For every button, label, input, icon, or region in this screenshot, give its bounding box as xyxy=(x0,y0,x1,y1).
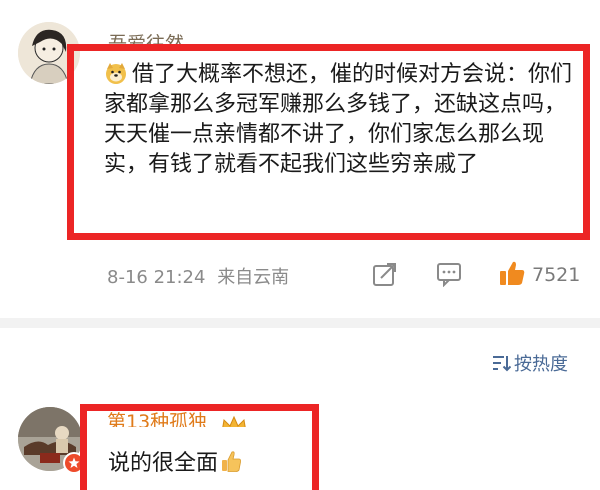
comment-icon[interactable] xyxy=(436,261,462,287)
comment-meta: 8-16 21:24 来自云南 xyxy=(107,263,289,289)
separator xyxy=(0,318,600,328)
sort-icon xyxy=(493,356,511,372)
sort-by-hot-button[interactable]: 按热度 xyxy=(491,350,568,376)
like-count: 7521 xyxy=(532,264,581,286)
sort-label: 按热度 xyxy=(514,354,568,375)
comment-location: 来自云南 xyxy=(217,267,290,288)
doge-emoji-icon xyxy=(106,63,126,84)
comment-username[interactable]: 吾爱往然 xyxy=(108,24,308,46)
like-icon[interactable] xyxy=(498,259,526,287)
comment-text: 说的很全面 xyxy=(108,445,242,477)
comment-text: 借了大概率不想还，催的时候对方会说：你们家都拿那么多冠军赚那么多钱了，还缺这点吗… xyxy=(104,62,573,177)
star-icon xyxy=(68,457,80,468)
thumbs-up-emoji-icon xyxy=(222,451,242,472)
share-icon[interactable] xyxy=(372,261,398,287)
comment-time: 8-16 21:24 xyxy=(107,267,206,288)
